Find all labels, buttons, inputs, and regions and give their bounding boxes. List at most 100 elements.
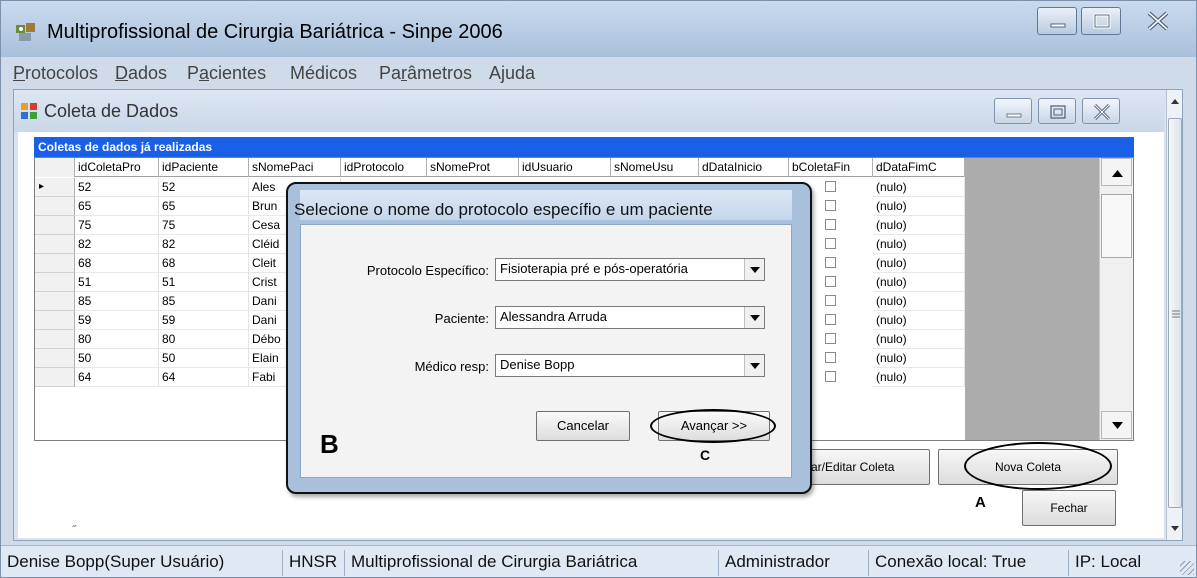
chevron-down-icon[interactable] bbox=[744, 307, 764, 328]
cell-id-coleta[interactable]: 85 bbox=[75, 292, 159, 311]
menu-protocolos[interactable]: Protocolos bbox=[13, 63, 98, 84]
menu-medicos[interactable]: Médicos bbox=[290, 63, 357, 84]
child-close-button[interactable] bbox=[1082, 98, 1120, 124]
cell-data-fim[interactable]: (nulo) bbox=[873, 349, 965, 368]
cell-id-coleta[interactable]: 82 bbox=[75, 235, 159, 254]
resize-grip-icon[interactable] bbox=[1180, 561, 1194, 575]
chevron-down-icon[interactable] bbox=[744, 355, 764, 376]
cell-data-fim[interactable]: (nulo) bbox=[873, 254, 965, 273]
cell-id-coleta[interactable]: 80 bbox=[75, 330, 159, 349]
row-header[interactable] bbox=[35, 330, 75, 349]
scroll-up-icon[interactable] bbox=[1167, 94, 1183, 108]
minimize-button[interactable] bbox=[1037, 7, 1077, 35]
scroll-thumb[interactable] bbox=[1101, 194, 1132, 258]
cell-data-fim[interactable]: (nulo) bbox=[873, 311, 965, 330]
cell-id-paciente[interactable]: 85 bbox=[159, 292, 249, 311]
menu-label: cientes bbox=[209, 63, 267, 83]
coleta-finalizada-checkbox[interactable] bbox=[825, 333, 836, 344]
column-header[interactable]: bColetaFin bbox=[789, 158, 873, 177]
title-bar[interactable]: Multiprofissional de Cirurgia Bariátrica… bbox=[1, 1, 1196, 57]
child-minimize-button[interactable] bbox=[994, 98, 1032, 124]
cell-id-coleta[interactable]: 50 bbox=[75, 349, 159, 368]
patient-select[interactable]: Alessandra Arruda bbox=[495, 306, 765, 329]
column-header[interactable]: sNomePaci bbox=[249, 158, 341, 177]
header-corner bbox=[35, 158, 75, 177]
cell-data-fim[interactable]: (nulo) bbox=[873, 197, 965, 216]
column-header[interactable]: sNomeProt bbox=[427, 158, 519, 177]
cell-id-paciente[interactable]: 50 bbox=[159, 349, 249, 368]
coleta-finalizada-checkbox[interactable] bbox=[825, 295, 836, 306]
coleta-finalizada-checkbox[interactable] bbox=[825, 238, 836, 249]
column-header[interactable]: idUsuario bbox=[519, 158, 611, 177]
column-header[interactable]: idProtocolo bbox=[341, 158, 427, 177]
coleta-finalizada-checkbox[interactable] bbox=[825, 314, 836, 325]
menu-pacientes[interactable]: Pacientes bbox=[187, 63, 266, 84]
coleta-finalizada-checkbox[interactable] bbox=[825, 181, 836, 192]
cell-id-coleta[interactable]: 51 bbox=[75, 273, 159, 292]
grid-vertical-scrollbar[interactable] bbox=[1099, 158, 1133, 440]
row-header[interactable] bbox=[35, 216, 75, 235]
column-header[interactable]: dDataFimC bbox=[873, 158, 965, 177]
protocol-select[interactable]: Fisioterapia pré e pós-operatória bbox=[495, 258, 765, 281]
cell-id-paciente[interactable]: 75 bbox=[159, 216, 249, 235]
scroll-up-button[interactable] bbox=[1101, 158, 1132, 186]
cell-data-fim[interactable]: (nulo) bbox=[873, 273, 965, 292]
coleta-finalizada-checkbox[interactable] bbox=[825, 352, 836, 363]
cell-id-coleta[interactable]: 65 bbox=[75, 197, 159, 216]
cancel-button[interactable]: Cancelar bbox=[536, 411, 630, 441]
column-header[interactable]: dDataInicio bbox=[699, 158, 789, 177]
child-restore-button[interactable] bbox=[1038, 98, 1076, 124]
chevron-down-icon[interactable] bbox=[744, 259, 764, 280]
menu-parametros[interactable]: Parâmetros bbox=[379, 63, 472, 84]
cell-id-paciente[interactable]: 65 bbox=[159, 197, 249, 216]
row-header[interactable] bbox=[35, 311, 75, 330]
scroll-down-button[interactable] bbox=[1101, 411, 1132, 439]
column-header[interactable]: sNomeUsu bbox=[611, 158, 699, 177]
cell-id-paciente[interactable]: 68 bbox=[159, 254, 249, 273]
row-header[interactable] bbox=[35, 235, 75, 254]
cell-id-coleta[interactable]: 59 bbox=[75, 311, 159, 330]
mdi-vertical-scrollbar[interactable] bbox=[1166, 90, 1182, 540]
cell-id-paciente[interactable]: 51 bbox=[159, 273, 249, 292]
coleta-finalizada-checkbox[interactable] bbox=[825, 219, 836, 230]
scroll-down-icon[interactable] bbox=[1167, 522, 1183, 536]
cell-id-coleta[interactable]: 75 bbox=[75, 216, 159, 235]
row-header[interactable] bbox=[35, 254, 75, 273]
row-header[interactable] bbox=[35, 349, 75, 368]
child-title-bar[interactable]: Coleta de Dados bbox=[14, 90, 1164, 132]
cell-id-paciente[interactable]: 80 bbox=[159, 330, 249, 349]
cell-data-fim[interactable]: (nulo) bbox=[873, 330, 965, 349]
highlight-ellipse-a bbox=[964, 442, 1112, 490]
coleta-finalizada-checkbox[interactable] bbox=[825, 200, 836, 211]
cell-data-fim[interactable]: (nulo) bbox=[873, 216, 965, 235]
scroll-thumb[interactable] bbox=[1168, 118, 1182, 508]
row-header[interactable] bbox=[35, 197, 75, 216]
cell-id-paciente[interactable]: 64 bbox=[159, 368, 249, 387]
cell-id-paciente[interactable]: 59 bbox=[159, 311, 249, 330]
coleta-finalizada-checkbox[interactable] bbox=[825, 276, 836, 287]
coleta-finalizada-checkbox[interactable] bbox=[825, 371, 836, 382]
edit-collection-button[interactable]: ar/Editar Coleta bbox=[804, 449, 930, 485]
cell-data-fim[interactable]: (nulo) bbox=[873, 292, 965, 311]
column-header[interactable]: idPaciente bbox=[159, 158, 249, 177]
row-header[interactable] bbox=[35, 368, 75, 387]
menu-dados[interactable]: Dados bbox=[115, 63, 167, 84]
menu-ajuda[interactable]: Ajuda bbox=[489, 63, 535, 84]
maximize-button[interactable] bbox=[1081, 7, 1121, 35]
cell-data-fim[interactable]: (nulo) bbox=[873, 235, 965, 254]
close-button[interactable] bbox=[1131, 7, 1187, 35]
column-header[interactable]: idColetaPro bbox=[75, 158, 159, 177]
close-form-button[interactable]: Fechar bbox=[1022, 490, 1116, 526]
row-header[interactable]: ▸ bbox=[35, 178, 75, 197]
cell-data-fim[interactable]: (nulo) bbox=[873, 178, 965, 197]
cell-data-fim[interactable]: (nulo) bbox=[873, 368, 965, 387]
cell-id-paciente[interactable]: 52 bbox=[159, 178, 249, 197]
row-header[interactable] bbox=[35, 292, 75, 311]
cell-id-coleta[interactable]: 68 bbox=[75, 254, 159, 273]
cell-id-coleta[interactable]: 52 bbox=[75, 178, 159, 197]
coleta-finalizada-checkbox[interactable] bbox=[825, 257, 836, 268]
cell-id-paciente[interactable]: 82 bbox=[159, 235, 249, 254]
doctor-select[interactable]: Denise Bopp bbox=[495, 354, 765, 377]
row-header[interactable] bbox=[35, 273, 75, 292]
cell-id-coleta[interactable]: 64 bbox=[75, 368, 159, 387]
